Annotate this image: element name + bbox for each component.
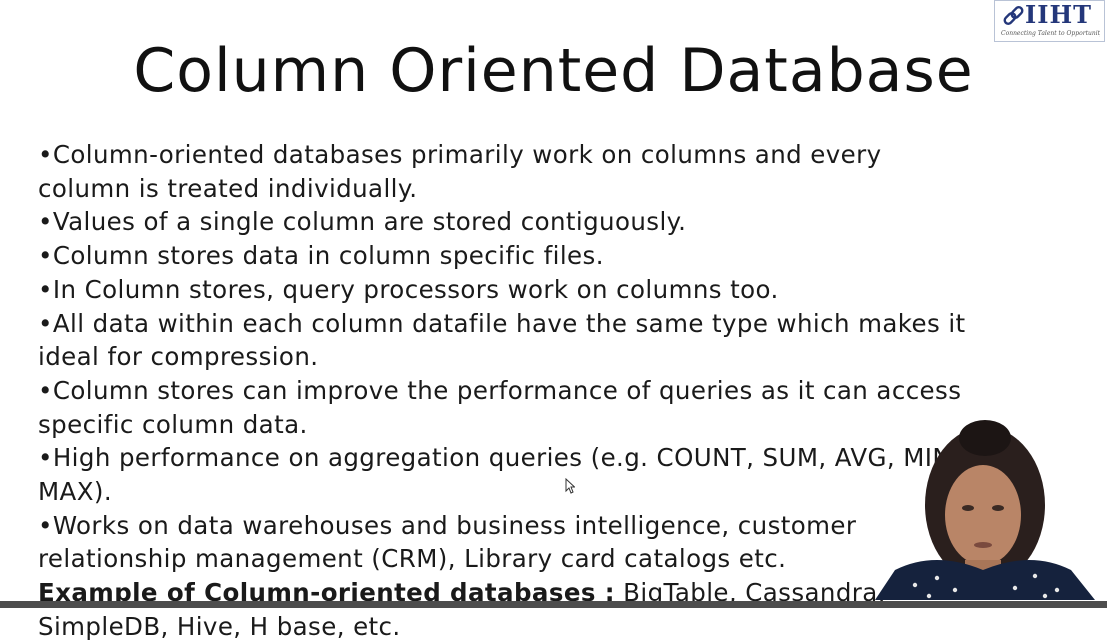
video-progress-bar[interactable] bbox=[0, 601, 1107, 608]
example-line: Example of Column-oriented databases : B… bbox=[38, 576, 978, 643]
bullet-item: •Values of a single column are stored co… bbox=[38, 207, 687, 237]
slide-body: •Column-oriented databases primarily wor… bbox=[38, 138, 978, 644]
bullet-item: •High performance on aggregation queries… bbox=[38, 443, 960, 507]
presenter-video-overlay bbox=[875, 420, 1095, 600]
chain-link-icon bbox=[1003, 6, 1024, 25]
bullet-item: •In Column stores, query processors work… bbox=[38, 274, 779, 304]
slide-title: Column Oriented Database bbox=[133, 36, 974, 106]
bullet-item: •All data within each column datafile ha… bbox=[38, 308, 966, 372]
mouse-cursor-icon bbox=[565, 478, 575, 494]
bullet-item: •Column stores can improve the performan… bbox=[38, 375, 962, 439]
logo-wordmark: IIHT bbox=[1025, 0, 1092, 29]
bullet-item: •Works on data warehouses and business i… bbox=[38, 510, 857, 574]
bullet-item: •Column-oriented databases primarily wor… bbox=[38, 140, 882, 203]
bullet-item: •Column stores data in column specific f… bbox=[38, 241, 604, 271]
